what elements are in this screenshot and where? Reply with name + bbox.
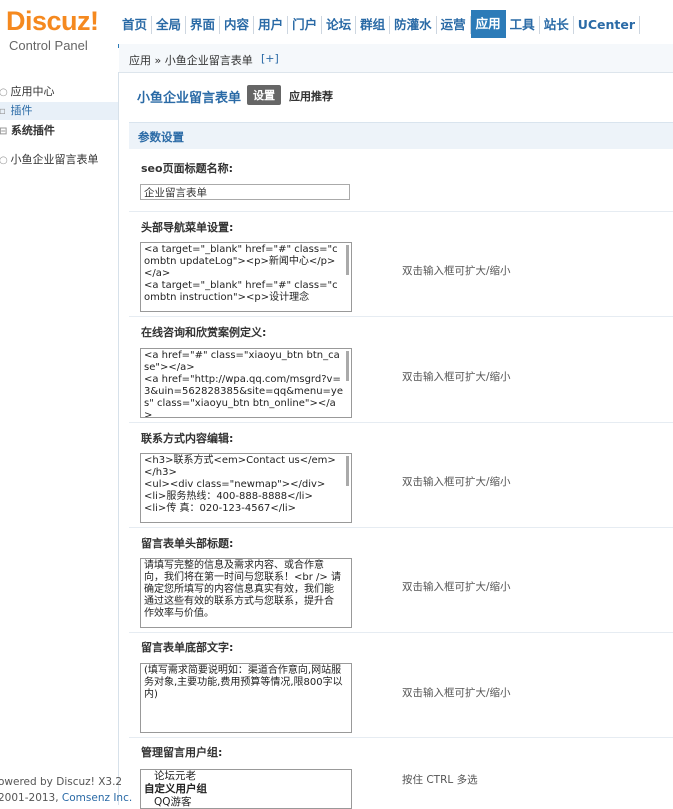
nav-tools[interactable]: 工具 [506, 16, 540, 34]
form-title-value: 请填写完整的信息及需求内容、或合作意向，我们将在第一时间与您联系！<br /> … [144, 560, 341, 619]
sidebar-item-label: 小鱼企业留言表单 [10, 153, 99, 166]
contact-label: 联系方式内容编辑: [141, 432, 234, 445]
breadcrumb: 应用 » 小鱼企业留言表单 [+] [119, 44, 673, 73]
tab-app-recommend[interactable]: 应用推荐 [289, 88, 333, 104]
nav-menu-label: 头部导航菜单设置: [141, 221, 234, 234]
seo-title-label: seo页面标题名称: [141, 162, 233, 175]
plugin-icon: ▫ [0, 106, 6, 117]
add-shortcut-button[interactable]: [+] [261, 52, 279, 65]
user-group-option[interactable]: 论坛元老 [141, 770, 351, 783]
form-title-hint: 双击输入框可扩大/缩小 [402, 581, 511, 593]
divider [129, 737, 673, 738]
nav-operations[interactable]: 运营 [437, 16, 471, 34]
divider [129, 632, 673, 633]
nav-interface[interactable]: 界面 [186, 16, 221, 34]
section-header: 参数设置 [129, 122, 673, 149]
breadcrumb-path[interactable]: 应用 » 小鱼企业留言表单 [129, 52, 253, 68]
online-consult-label: 在线咨询和欣赏案例定义: [141, 326, 267, 339]
nav-content[interactable]: 内容 [220, 16, 255, 34]
top-nav: 首页 全局 界面 内容 用户 门户 论坛 群组 防灌水 运营 应用 工具 站长 … [118, 8, 673, 48]
contact-value: <h3>联系方式<em>Contact us</em></h3> <ul><di… [144, 455, 336, 514]
sidebar: ○ 应用中心 ▫ 插件 ⊟ 系统插件 ○ 小鱼企业留言表单 [0, 72, 119, 805]
form-title-textarea[interactable]: 请填写完整的信息及需求内容、或合作意向，我们将在第一时间与您联系！<br /> … [140, 558, 352, 628]
copyright: 2001-2013, Comsenz Inc. [0, 792, 132, 804]
brand-subtitle: Control Panel [9, 38, 88, 53]
nav-menu-textarea[interactable]: <a target="_blank" href="#" class="combt… [140, 242, 352, 312]
user-group-optgroup: 自定义用户组 [144, 783, 207, 795]
online-consult-hint: 双击输入框可扩大/缩小 [402, 371, 511, 383]
logo: Discuz! Control Panel [0, 0, 120, 66]
circle-icon: ○ [0, 155, 8, 166]
nav-ucenter[interactable]: UCenter [574, 16, 641, 34]
form-title-label: 留言表单头部标题: [141, 537, 234, 550]
contact-hint: 双击输入框可扩大/缩小 [402, 476, 511, 488]
form-footer-label: 留言表单底部文字: [141, 641, 234, 654]
nav-menu-hint: 双击输入框可扩大/缩小 [402, 265, 511, 277]
nav-forum[interactable]: 论坛 [322, 16, 357, 34]
page-title: 小鱼企业留言表单 [137, 91, 242, 106]
sidebar-item-label: 系统插件 [10, 124, 55, 137]
brand-name: Discuz! [6, 6, 99, 36]
nav-users[interactable]: 用户 [254, 16, 289, 34]
nav-home[interactable]: 首页 [118, 16, 153, 34]
divider [129, 527, 673, 528]
user-group-multiselect[interactable]: 论坛元老 自定义用户组 QQ游客 [140, 769, 352, 809]
nav-portal[interactable]: 门户 [288, 16, 323, 34]
sidebar-item-plugins[interactable]: ▫ 插件 [0, 102, 118, 120]
copyright-years: 2001-2013, [0, 792, 62, 804]
sidebar-item-app-center[interactable]: ○ 应用中心 [0, 83, 118, 101]
sidebar-item-xiaoyu-form[interactable]: ○ 小鱼企业留言表单 [0, 151, 118, 169]
nav-groups[interactable]: 群组 [356, 16, 391, 34]
seo-title-input[interactable] [140, 184, 350, 200]
nav-webmaster[interactable]: 站长 [540, 16, 574, 34]
online-consult-textarea[interactable]: <a href="#" class="xiaoyu_btn btn_case">… [140, 348, 352, 418]
nav-apps[interactable]: 应用 [470, 10, 506, 38]
user-group-option[interactable]: QQ游客 [141, 796, 351, 808]
section-title: 参数设置 [138, 130, 184, 144]
contact-textarea[interactable]: <h3>联系方式<em>Contact us</em></h3> <ul><di… [140, 453, 352, 523]
form-footer-hint: 双击输入框可扩大/缩小 [402, 687, 511, 699]
sidebar-item-system-plugins[interactable]: ⊟ 系统插件 [0, 122, 118, 140]
form-footer-value: (填写需求简要说明如：渠道合作意向,网站服务对象,主要功能,费用预算等情况,限8… [144, 665, 343, 700]
divider [129, 316, 673, 317]
nav-menu-value: <a target="_blank" href="#" class="combt… [144, 244, 338, 303]
divider [129, 211, 673, 212]
circle-icon: ○ [0, 87, 8, 98]
scrollbar[interactable] [346, 456, 349, 486]
scrollbar[interactable] [346, 245, 349, 275]
sidebar-item-label: 插件 [10, 104, 33, 117]
minus-box-icon: ⊟ [0, 126, 8, 137]
online-consult-value: <a href="#" class="xiaoyu_btn btn_case">… [144, 350, 344, 418]
user-group-label: 管理留言用户组: [141, 746, 223, 759]
nav-antispam[interactable]: 防灌水 [390, 16, 437, 34]
nav-global[interactable]: 全局 [152, 16, 187, 34]
user-group-hint: 按住 CTRL 多选 [402, 774, 478, 786]
divider [129, 422, 673, 423]
top-nav-items: 首页 全局 界面 内容 用户 门户 论坛 群组 防灌水 运营 应用 工具 站长 … [118, 10, 641, 38]
form-footer-textarea[interactable]: (填写需求简要说明如：渠道合作意向,网站服务对象,主要功能,费用预算等情况,限8… [140, 663, 352, 733]
powered-by: owered by Discuz! X3.2 [0, 776, 123, 788]
main-content: 小鱼企业留言表单 设置 应用推荐 参数设置 seo页面标题名称: 头部导航菜单设… [119, 73, 673, 809]
tab-settings[interactable]: 设置 [247, 85, 281, 105]
scrollbar[interactable] [346, 351, 349, 381]
sidebar-item-label: 应用中心 [10, 85, 55, 98]
